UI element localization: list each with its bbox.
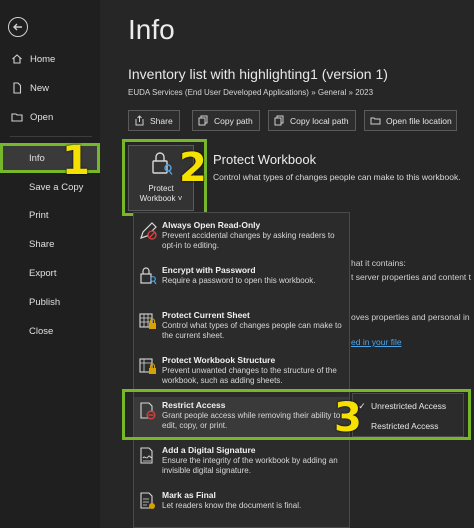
menu-item-encrypt-with-password[interactable]: Encrypt with Password Require a password…: [134, 262, 349, 296]
lock-key-icon: [134, 262, 162, 296]
nav-share[interactable]: Share: [0, 230, 100, 258]
highlight-box-restrict: [122, 389, 471, 440]
document-title: Inventory list with highlighting1 (versi…: [128, 66, 388, 82]
menu-item-title: Always Open Read-Only: [162, 220, 261, 230]
nav-close[interactable]: Close: [0, 317, 100, 345]
menu-item-description: Control what types of changes people can…: [162, 321, 342, 340]
menu-item-description: Ensure the integrity of the workbook by …: [162, 456, 338, 475]
menu-item-title: Protect Current Sheet: [162, 310, 250, 320]
inspect-link[interactable]: ed in your file: [351, 337, 402, 347]
share-icon: [134, 115, 145, 126]
nav-divider: [10, 136, 92, 137]
folder-icon: [10, 111, 24, 123]
callout-number-2: 2: [179, 145, 207, 191]
menu-item-description: Require a password to open this workbook…: [162, 276, 316, 285]
menu-item-title: Protect Workbook Structure: [162, 355, 276, 365]
menu-item-add-digital-signature[interactable]: Add a Digital Signature Ensure the integ…: [134, 442, 349, 484]
copy-icon: [274, 115, 285, 126]
menu-item-always-open-read-only[interactable]: Always Open Read-Only Prevent accidental…: [134, 217, 349, 259]
menu-item-protect-workbook-structure[interactable]: Protect Workbook Structure Prevent unwan…: [134, 352, 349, 394]
menu-item-description: Prevent accidental changes by asking rea…: [162, 231, 335, 250]
pencil-no-icon: [134, 217, 162, 259]
nav-new[interactable]: New: [0, 74, 100, 102]
copy-icon: [198, 115, 209, 126]
callout-number-3: 3: [334, 395, 362, 441]
nav-home[interactable]: Home: [0, 45, 100, 73]
backstage-nav: Home New Open Info Save a Copy Print Sha…: [0, 0, 100, 528]
share-button[interactable]: Share: [128, 110, 180, 131]
menu-item-title: Encrypt with Password: [162, 265, 256, 275]
nav-print[interactable]: Print: [0, 201, 100, 229]
nav-export[interactable]: Export: [0, 259, 100, 287]
sheet-lock-icon: [134, 307, 162, 349]
menu-item-protect-current-sheet[interactable]: Protect Current Sheet Control what types…: [134, 307, 349, 349]
nav-publish[interactable]: Publish: [0, 288, 100, 316]
inspect-server-text: t server properties and content t: [351, 272, 472, 282]
final-doc-icon: [134, 487, 162, 521]
callout-number-1: 1: [62, 138, 90, 184]
protect-workbook-menu: Always Open Read-Only Prevent accidental…: [133, 212, 350, 528]
new-doc-icon: [10, 82, 24, 94]
back-arrow-icon[interactable]: [8, 17, 28, 37]
nav-open[interactable]: Open: [0, 103, 100, 131]
inspect-contains-text: hat it contains:: [351, 258, 406, 268]
copy-local-path-button[interactable]: Copy local path: [268, 110, 356, 131]
protect-workbook-description: Control what types of changes people can…: [213, 172, 461, 182]
menu-item-description: Prevent unwanted changes to the structur…: [162, 366, 337, 385]
copy-path-button[interactable]: Copy path: [192, 110, 260, 131]
open-file-location-button[interactable]: Open file location: [364, 110, 457, 131]
menu-item-title: Mark as Final: [162, 490, 216, 500]
menu-item-title: Add a Digital Signature: [162, 445, 256, 455]
workbook-lock-icon: [134, 352, 162, 394]
menu-item-mark-as-final[interactable]: Mark as Final Let readers know the docum…: [134, 487, 349, 521]
home-icon: [10, 53, 24, 65]
protect-workbook-title: Protect Workbook: [213, 152, 317, 167]
signature-icon: [134, 442, 162, 484]
folder-icon: [370, 115, 381, 126]
menu-item-description: Let readers know the document is final.: [162, 501, 302, 510]
inspect-personal-text: oves properties and personal in: [351, 312, 470, 322]
breadcrumb[interactable]: EUDA Services (End User Developed Applic…: [128, 88, 373, 97]
page-title: Info: [128, 14, 175, 45]
